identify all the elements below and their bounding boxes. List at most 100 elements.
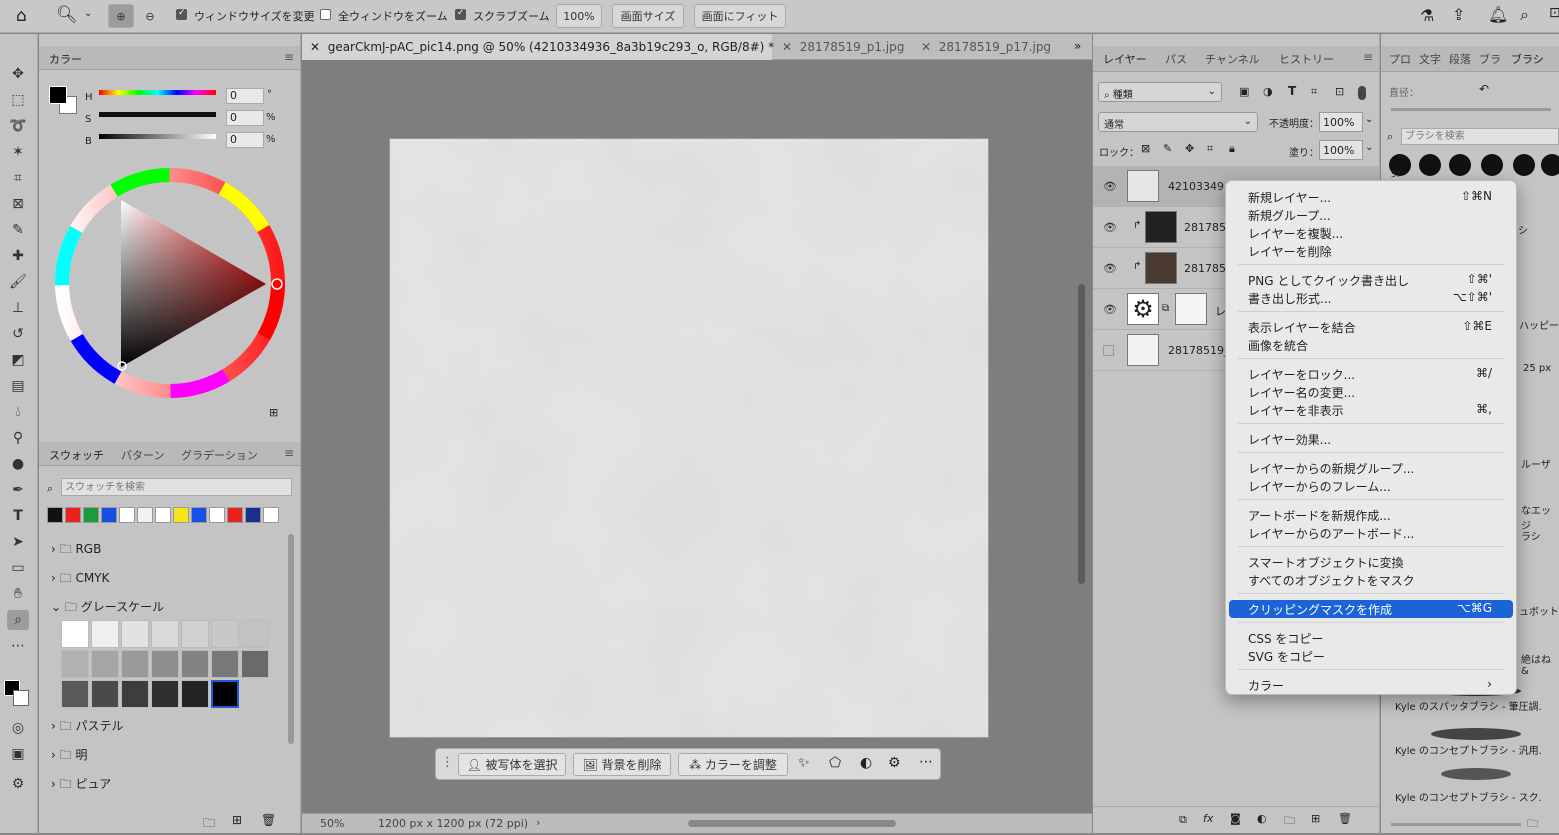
tab-swatches[interactable]: スウォッチ bbox=[49, 447, 104, 463]
share-icon[interactable]: ⇪ bbox=[1452, 5, 1465, 24]
brush-label[interactable]: Kyle のコンセプトブラシ - スク. bbox=[1395, 789, 1542, 804]
grayscale-swatch[interactable] bbox=[121, 650, 149, 678]
grayscale-swatch[interactable] bbox=[151, 620, 179, 648]
brush-label[interactable]: Kyle のコンセプトブラシ - 汎用. bbox=[1395, 742, 1542, 757]
brightness-input[interactable]: 0 bbox=[226, 132, 264, 148]
menu-item[interactable]: スマートオブジェクトに変換 bbox=[1248, 554, 1404, 571]
grayscale-swatch[interactable] bbox=[91, 650, 119, 678]
zoom-tool-preset-icon[interactable]: 🔍︎ bbox=[56, 5, 78, 25]
color-swatch[interactable] bbox=[155, 507, 171, 523]
grayscale-swatch[interactable] bbox=[121, 620, 149, 648]
swatch-search-input[interactable] bbox=[61, 478, 292, 496]
tab-brush-settings[interactable]: ブラ bbox=[1479, 51, 1501, 67]
panel-menu-icon[interactable]: ≡ bbox=[284, 50, 294, 64]
more-tools-icon[interactable]: ⋯ bbox=[7, 636, 29, 656]
dodge-tool-icon[interactable]: ⚲ bbox=[7, 428, 29, 448]
bell-icon[interactable]: 🔔︎ bbox=[1488, 5, 1508, 24]
grayscale-swatch[interactable] bbox=[61, 650, 89, 678]
fx-icon[interactable]: fx bbox=[1203, 812, 1213, 825]
screen-mode-icon[interactable]: ▣ bbox=[7, 744, 29, 764]
pixel-filter-icon[interactable]: ▣ bbox=[1239, 85, 1249, 98]
menu-item[interactable]: 画像を統合 bbox=[1248, 337, 1308, 354]
magic-wand-tool-icon[interactable]: ✶ bbox=[7, 142, 29, 162]
tab-paths[interactable]: パス bbox=[1165, 51, 1187, 67]
smart-object-filter-icon[interactable]: ⊡ bbox=[1335, 85, 1344, 98]
grayscale-swatch[interactable] bbox=[151, 680, 179, 708]
menu-item[interactable]: レイヤーからのフレーム... bbox=[1248, 478, 1391, 495]
menu-item[interactable]: CSS をコピー bbox=[1248, 630, 1323, 647]
type-tool-icon[interactable]: T bbox=[7, 506, 29, 526]
healing-brush-tool-icon[interactable]: ✚ bbox=[7, 246, 29, 266]
color-swatch[interactable] bbox=[101, 507, 117, 523]
menu-item[interactable]: すべてのオブジェクトをマスク bbox=[1248, 572, 1415, 589]
filter-toggle[interactable] bbox=[1358, 86, 1366, 100]
new-layer-icon[interactable]: ⊞ bbox=[1311, 812, 1320, 825]
tab-paragraph[interactable]: 段落 bbox=[1449, 51, 1471, 67]
menu-item[interactable]: レイヤーからの新規グループ... bbox=[1248, 460, 1414, 477]
select-subject-button[interactable]: 👤︎ 被写体を選択 bbox=[458, 753, 566, 776]
menu-item[interactable]: SVG をコピー bbox=[1248, 648, 1325, 665]
zoom-level[interactable]: 50% bbox=[320, 817, 344, 830]
swatch-scrollbar[interactable] bbox=[288, 534, 294, 744]
move-tool-icon[interactable]: ✥ bbox=[7, 64, 29, 84]
color-swatch[interactable] bbox=[209, 507, 225, 523]
color-wheel[interactable] bbox=[51, 164, 289, 402]
eyedropper-tool-icon[interactable]: ✎ bbox=[7, 220, 29, 240]
type-filter-icon[interactable]: T bbox=[1288, 84, 1296, 98]
panel-menu-icon[interactable]: ≡ bbox=[1363, 50, 1373, 64]
tab-patterns[interactable]: パターン bbox=[121, 447, 164, 463]
layer-name[interactable]: 28178519_ bbox=[1168, 344, 1230, 357]
tab-properties[interactable]: プロ bbox=[1389, 51, 1411, 67]
hue-input[interactable]: 0 bbox=[226, 88, 264, 104]
color-swatch[interactable] bbox=[119, 507, 135, 523]
grayscale-swatch[interactable] bbox=[181, 680, 209, 708]
expand-icon[interactable]: ⊞ bbox=[269, 406, 278, 419]
color-swatch[interactable] bbox=[83, 507, 99, 523]
menu-item[interactable]: レイヤー効果... bbox=[1248, 431, 1331, 448]
gradient-tool-icon[interactable]: ▤ bbox=[7, 376, 29, 396]
chevron-right-icon[interactable]: › bbox=[536, 816, 540, 829]
close-icon[interactable]: ✕ bbox=[782, 40, 792, 54]
workspace-icon[interactable]: ⊡ bbox=[1549, 5, 1559, 21]
tab-channels[interactable]: チャンネル bbox=[1205, 51, 1260, 67]
hue-slider[interactable] bbox=[99, 90, 216, 95]
magic-icon[interactable]: ✨︎ bbox=[798, 755, 810, 771]
tab-brushes[interactable]: ブラシ bbox=[1511, 51, 1544, 67]
saturation-slider[interactable] bbox=[99, 112, 216, 117]
menu-item[interactable]: 書き出し形式... bbox=[1248, 290, 1331, 307]
tab-document-active[interactable]: ✕ gearCkmJ-pAC_pic14.png @ 50% (42103349… bbox=[302, 34, 774, 60]
layer-name[interactable]: 281785 bbox=[1184, 262, 1226, 275]
menu-item[interactable]: レイヤーを削除 bbox=[1248, 243, 1332, 260]
adjustment-filter-icon[interactable]: ◑ bbox=[1263, 85, 1273, 98]
folder-rgb[interactable]: › 🗀 RGB bbox=[51, 540, 101, 561]
rectangle-tool-icon[interactable]: ▭ bbox=[7, 558, 29, 578]
search-icon[interactable]: ⌕ bbox=[1520, 5, 1529, 25]
brush-preset[interactable] bbox=[1481, 154, 1503, 176]
zoom-in-button[interactable]: ⊕ bbox=[108, 4, 134, 28]
zoom-tool-icon[interactable]: ⌕ bbox=[7, 610, 29, 630]
menu-item[interactable]: アートボードを新規作成... bbox=[1248, 507, 1391, 524]
menu-item[interactable]: レイヤーからのアートボード... bbox=[1248, 525, 1414, 542]
hand-tool-icon[interactable]: ✋︎ bbox=[7, 584, 29, 604]
brush-search-input[interactable] bbox=[1401, 128, 1559, 145]
trash-icon[interactable]: 🗑︎ bbox=[261, 813, 276, 827]
fit-screen-button[interactable]: 画面サイズ bbox=[612, 4, 684, 28]
grayscale-swatch[interactable] bbox=[241, 650, 269, 678]
opacity-input[interactable]: 100% bbox=[1319, 112, 1363, 132]
tab-color[interactable]: カラー bbox=[49, 51, 82, 67]
grayscale-swatch[interactable] bbox=[181, 650, 209, 678]
new-swatch-icon[interactable]: ⊞ bbox=[232, 813, 242, 827]
color-swatch[interactable] bbox=[245, 507, 261, 523]
brightness-slider[interactable] bbox=[99, 134, 216, 139]
horizontal-scrollbar[interactable] bbox=[688, 820, 896, 827]
zoom-out-button[interactable]: ⊖ bbox=[138, 4, 162, 28]
menu-item[interactable]: クリッピングマスクを作成 bbox=[1248, 601, 1392, 618]
lock-paint-icon[interactable]: ✎ bbox=[1163, 142, 1172, 155]
more-tabs-icon[interactable]: » bbox=[1074, 39, 1081, 53]
color-swatch[interactable] bbox=[137, 507, 153, 523]
lock-all-icon[interactable]: 🔒︎ bbox=[1229, 142, 1235, 156]
shape-filter-icon[interactable]: ⌗ bbox=[1311, 85, 1317, 99]
link-layers-icon[interactable]: ⧉ bbox=[1179, 813, 1187, 827]
grayscale-swatch[interactable] bbox=[61, 680, 89, 708]
lasso-tool-icon[interactable]: ➰ bbox=[7, 116, 29, 136]
